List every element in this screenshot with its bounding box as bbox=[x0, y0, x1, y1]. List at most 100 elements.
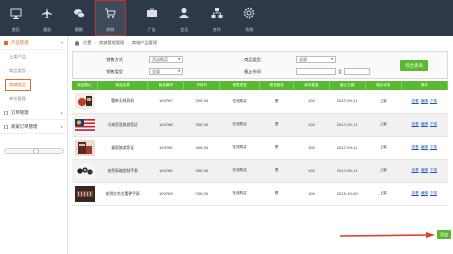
gear-icon bbox=[242, 6, 256, 20]
table-row: 马来西亚旅游签证 100766 350.00 在线购买 是 100 2017-0… bbox=[72, 113, 448, 137]
sidebar-group-orders[interactable]: 订单管理 ▸ bbox=[0, 106, 67, 120]
product-thumbnail[interactable] bbox=[74, 139, 95, 156]
unlist-link[interactable]: 下架 bbox=[430, 99, 437, 103]
product-thumbnail[interactable] bbox=[74, 162, 95, 179]
status: 上架 bbox=[365, 90, 402, 114]
status: 上架 bbox=[365, 113, 402, 137]
filter-panel: 销售方式 活动购买 ▾ 商品类型 全部 ▾ 销售类型 全部 ▾ 截止时间 至 综… bbox=[72, 51, 448, 79]
unlist-link[interactable]: 下架 bbox=[430, 145, 437, 149]
operations-cell: 查看 编辑 下架 bbox=[401, 136, 448, 160]
breadcrumb: 位置 › 商城管理管理 › 商城产品管理 bbox=[68, 38, 453, 48]
nav-home[interactable]: 首页 bbox=[0, 0, 32, 36]
query-button[interactable]: 综合查询 bbox=[400, 60, 428, 71]
sidebar-item-categories[interactable]: 商品类别 bbox=[0, 64, 67, 78]
product-name: 安然高端定制手表 bbox=[97, 159, 148, 183]
column-header: 商品名称 bbox=[97, 81, 149, 90]
sidebar-group-merchant-orders[interactable]: 商家订单管理 ▸ bbox=[0, 120, 67, 134]
table-row: 腰带无线耳机 100767 200.00 在线购买 是 100 2017-09-… bbox=[72, 90, 448, 114]
nav-label: 广告 bbox=[147, 27, 156, 32]
user-icon bbox=[177, 6, 191, 20]
product-thumbnail[interactable] bbox=[74, 93, 95, 110]
nav-circle[interactable]: 圈圈 bbox=[63, 0, 95, 36]
to-label: 至 bbox=[338, 68, 342, 74]
filter-row: 销售类型 全部 ▾ 截止时间 至 bbox=[73, 66, 403, 77]
column-header: 市场价 bbox=[183, 81, 221, 90]
sale-type-select[interactable]: 全部 ▾ bbox=[149, 68, 183, 75]
stock: 100 bbox=[293, 136, 330, 160]
edit-link[interactable]: 编辑 bbox=[421, 122, 428, 126]
view-link[interactable]: 查看 bbox=[412, 99, 419, 103]
edit-link[interactable]: 编辑 bbox=[421, 168, 428, 172]
column-header: 商品状态 bbox=[365, 81, 402, 90]
chevron-down-icon: ▾ bbox=[60, 40, 63, 45]
deadline: 2017-09-11 bbox=[329, 90, 366, 114]
sale-mode-select[interactable]: 活动购买 ▾ bbox=[149, 56, 183, 63]
table-row: 安然红木古董钟手表 100763 700.00 在线购买 是 100 2019-… bbox=[72, 182, 448, 206]
sidebar-group-products[interactable]: 产品管理 ▾ bbox=[0, 36, 67, 50]
view-link[interactable]: 查看 bbox=[412, 191, 419, 195]
column-header: 操作 bbox=[401, 81, 449, 90]
sidebar-item-units[interactable]: 单位管理 bbox=[0, 92, 67, 106]
breadcrumb-separator: › bbox=[127, 40, 129, 46]
product-name: 安然红木古董钟手表 bbox=[97, 182, 148, 206]
stock: 100 bbox=[293, 113, 330, 137]
dropdown-arrow-icon: ▾ bbox=[178, 69, 180, 73]
view-link[interactable]: 查看 bbox=[412, 122, 419, 126]
cart-icon bbox=[103, 6, 117, 20]
view-link[interactable]: 查看 bbox=[412, 168, 419, 172]
network-icon bbox=[210, 6, 224, 20]
unlist-link[interactable]: 下架 bbox=[430, 168, 437, 172]
product-name: 泰国旅游签证 bbox=[97, 136, 148, 160]
breadcrumb-item[interactable]: 商城管理管理 bbox=[99, 40, 124, 46]
deadline-end-input[interactable] bbox=[344, 68, 370, 75]
add-button[interactable]: 添加 bbox=[437, 230, 451, 239]
product-price: 700.00 bbox=[183, 182, 220, 206]
sidebar-slider[interactable] bbox=[4, 148, 64, 154]
nav-label: 首页 bbox=[11, 27, 20, 32]
product-code: 100766 bbox=[147, 113, 184, 137]
nav-system[interactable]: 系统 bbox=[234, 0, 266, 36]
category-select[interactable]: 全部 ▾ bbox=[296, 56, 336, 63]
chevron-right-icon: ▸ bbox=[60, 110, 63, 115]
product-thumbnail[interactable] bbox=[74, 116, 95, 133]
product-price: 500.00 bbox=[183, 159, 220, 183]
category-label: 商品类型 bbox=[244, 56, 261, 62]
home-icon[interactable] bbox=[74, 40, 80, 46]
edit-link[interactable]: 编辑 bbox=[421, 145, 428, 149]
sidebar-item-mall-products[interactable]: 商城商品 bbox=[5, 79, 31, 91]
nav-member[interactable]: 会员 bbox=[169, 0, 201, 36]
nav-ads[interactable]: 广告 bbox=[136, 0, 168, 36]
edit-link[interactable]: 编辑 bbox=[421, 191, 428, 195]
sale-type: 在线购买 bbox=[219, 182, 260, 206]
column-header: 销售类型 bbox=[219, 81, 261, 90]
chevron-right-icon: ▸ bbox=[60, 124, 63, 129]
table-row: 安然高端定制手表 100764 500.00 在线购买 是 100 2017-0… bbox=[72, 159, 448, 183]
top-nav: 首页 服务 圈圈 商城 广告 会员 合作 系统 bbox=[0, 0, 453, 36]
doc-icon bbox=[4, 110, 9, 115]
edit-link[interactable]: 编辑 bbox=[421, 99, 428, 103]
deadline-start-input[interactable] bbox=[296, 68, 336, 75]
column-header: 商品编号 bbox=[147, 81, 185, 90]
nav-label: 合作 bbox=[212, 27, 221, 32]
nav-service[interactable]: 服务 bbox=[32, 0, 64, 36]
deadline-label: 截止时间 bbox=[244, 68, 261, 74]
product-thumbnail[interactable] bbox=[74, 185, 95, 202]
slider-handle[interactable] bbox=[33, 148, 39, 154]
view-link[interactable]: 查看 bbox=[412, 145, 419, 149]
breadcrumb-item: 位置 bbox=[83, 40, 92, 45]
sidebar-group-label: 订单管理 bbox=[11, 110, 29, 116]
logistics: 是 bbox=[259, 113, 294, 137]
dropdown-arrow-icon: ▾ bbox=[331, 57, 333, 61]
nav-label: 商城 bbox=[106, 27, 115, 32]
sale-type-label: 销售类型 bbox=[106, 68, 123, 74]
nav-partner[interactable]: 合作 bbox=[201, 0, 233, 36]
nav-mall[interactable]: 商城 bbox=[94, 0, 126, 36]
sidebar-item-listed-products[interactable]: 上架产品 bbox=[0, 50, 67, 64]
stock: 100 bbox=[293, 182, 330, 206]
unlist-link[interactable]: 下架 bbox=[430, 191, 437, 195]
product-image-cell bbox=[72, 113, 98, 137]
unlist-link[interactable]: 下架 bbox=[430, 122, 437, 126]
product-name: 腰带无线耳机 bbox=[97, 90, 148, 114]
box-icon bbox=[4, 40, 8, 45]
dropdown-arrow-icon: ▾ bbox=[178, 57, 180, 61]
